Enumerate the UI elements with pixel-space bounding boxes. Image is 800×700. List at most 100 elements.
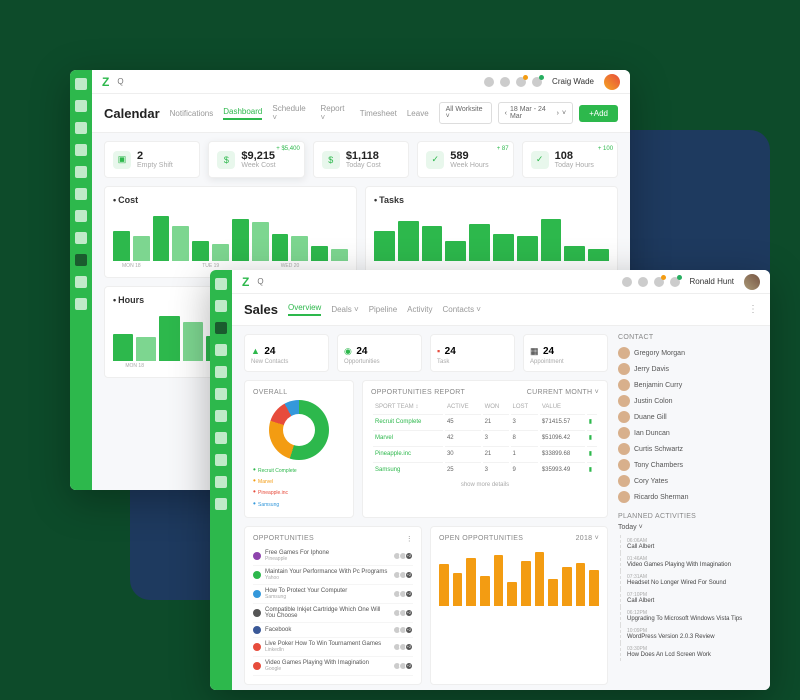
- list-item[interactable]: Compatible Inkjet Cartridge Which One Wi…: [253, 604, 413, 623]
- list-item[interactable]: How To Protect Your ComputerSamsung+2: [253, 585, 413, 604]
- check-icon: ✓: [531, 151, 549, 169]
- year-dropdown[interactable]: 2018 ˅: [576, 535, 599, 542]
- list-item[interactable]: Video Games Playing With ImaginationGoog…: [253, 657, 413, 676]
- mail-icon[interactable]: [638, 277, 648, 287]
- contact-item[interactable]: Curtis Schwartz: [618, 441, 758, 457]
- activity-item[interactable]: 06:12PMUpgrading To Microsoft Windows Vi…: [620, 607, 758, 625]
- contact-item[interactable]: Ricardo Sherman: [618, 489, 758, 505]
- sidebar-nav-icon[interactable]: [215, 344, 227, 356]
- sidebar-nav-icon[interactable]: [215, 300, 227, 312]
- tab-report[interactable]: Report ˅: [321, 104, 350, 122]
- date-range-picker[interactable]: ‹18 Mar - 24 Mar›˅: [498, 102, 573, 124]
- logo-icon: Z: [102, 75, 109, 89]
- sidebar-nav-icon[interactable]: [215, 476, 227, 488]
- tab-leave[interactable]: Leave: [407, 109, 429, 118]
- add-button[interactable]: +Add: [579, 105, 618, 122]
- more-icon[interactable]: ⋮: [748, 304, 758, 315]
- contact-item[interactable]: Ian Duncan: [618, 425, 758, 441]
- search-input[interactable]: [257, 277, 621, 286]
- tab-contacts[interactable]: Contacts ˅: [443, 305, 481, 314]
- sidebar-nav-icon[interactable]: [215, 278, 227, 290]
- tab-schedule[interactable]: Schedule ˅: [272, 104, 310, 122]
- table-row[interactable]: Pineapple.inc30211$33899.68▮: [373, 446, 597, 460]
- sidebar-nav-icon[interactable]: [75, 144, 87, 156]
- kpi-new-contacts: ▲ 24New Contacts: [244, 334, 329, 372]
- avatar[interactable]: [604, 74, 620, 90]
- sidebar-nav-icon[interactable]: [75, 78, 87, 90]
- section-title: PLANNED ACTIVITIES: [618, 513, 758, 520]
- contact-item[interactable]: Jerry Davis: [618, 361, 758, 377]
- sidebar-nav-icon[interactable]: [215, 432, 227, 444]
- brand-icon: [253, 626, 261, 634]
- sidebar-nav-icon[interactable]: [215, 410, 227, 422]
- tasks-panel: Tasks: [365, 186, 618, 278]
- contact-item[interactable]: Justin Colon: [618, 393, 758, 409]
- table-row[interactable]: Recruit Complete45213$71415.57▮: [373, 414, 597, 428]
- table-row[interactable]: Marvel4238$51096.42▮: [373, 430, 597, 444]
- help-icon[interactable]: [622, 277, 632, 287]
- activity-item[interactable]: 06:06AMCall Albert: [620, 535, 758, 553]
- tab-overview[interactable]: Overview: [288, 303, 321, 316]
- sidebar-nav-active-icon[interactable]: [75, 254, 87, 266]
- sidebar-nav-icon[interactable]: [75, 100, 87, 112]
- activity-item[interactable]: 01:46AMVideo Games Playing With Imaginat…: [620, 553, 758, 571]
- contact-item[interactable]: Cory Yates: [618, 473, 758, 489]
- activity-item[interactable]: 10:09PMWordPress Version 2.0.3 Review: [620, 625, 758, 643]
- sidebar-nav-icon[interactable]: [75, 188, 87, 200]
- notification-icon[interactable]: [516, 77, 526, 87]
- activity-item[interactable]: 03:30PMHow Does An Lcd Screen Work: [620, 643, 758, 661]
- contact-item[interactable]: Duane Gill: [618, 409, 758, 425]
- avatar: [618, 459, 630, 471]
- sidebar-nav-icon[interactable]: [75, 122, 87, 134]
- section-title: OPPORTUNITIES REPORTCurrent Month ˅: [371, 389, 599, 396]
- list-item[interactable]: Facebook+2: [253, 623, 413, 638]
- sidebar-nav-icon[interactable]: [75, 232, 87, 244]
- sidebar-nav-icon[interactable]: [75, 210, 87, 222]
- sidebar-nav-icon[interactable]: [75, 276, 87, 288]
- chat-icon[interactable]: [532, 77, 542, 87]
- contact-item[interactable]: Tony Chambers: [618, 457, 758, 473]
- contact-item[interactable]: Gregory Morgan: [618, 345, 758, 361]
- sidebar-nav-active-icon[interactable]: [215, 322, 227, 334]
- mail-icon[interactable]: [500, 77, 510, 87]
- gear-icon[interactable]: [215, 498, 227, 510]
- chevron-right-icon[interactable]: ›: [557, 110, 559, 117]
- today-dropdown[interactable]: Today ˅: [618, 524, 758, 531]
- chevron-down-icon[interactable]: ˅: [562, 110, 566, 117]
- sidebar-nav-icon[interactable]: [75, 166, 87, 178]
- list-item[interactable]: Free Games For IphonePineapple+2: [253, 547, 413, 566]
- table-row[interactable]: Samsung2539$35993.49▮: [373, 462, 597, 476]
- activity-item[interactable]: 07:31AMHeadset No Longer Wired For Sound: [620, 571, 758, 589]
- more-icon[interactable]: ⋮: [406, 535, 413, 543]
- contact-item[interactable]: Benjamin Curry: [618, 377, 758, 393]
- gear-icon[interactable]: [75, 298, 87, 310]
- activity-item[interactable]: 07:10PMCall Albert: [620, 589, 758, 607]
- notification-icon[interactable]: [654, 277, 664, 287]
- tab-dashboard[interactable]: Dashboard: [223, 107, 262, 120]
- month-dropdown[interactable]: Current Month ˅: [527, 389, 599, 396]
- kpi-today-cost: $$1,118Today Cost: [313, 141, 409, 178]
- sidebar-nav-icon[interactable]: [215, 366, 227, 378]
- tab-deals[interactable]: Deals ˅: [331, 305, 358, 314]
- avatar: [618, 475, 630, 487]
- chevron-left-icon[interactable]: ‹: [505, 110, 507, 117]
- list-item[interactable]: Maintain Your Performance With Pc Progra…: [253, 566, 413, 585]
- avatar[interactable]: [744, 274, 760, 290]
- sidebar-nav-icon[interactable]: [215, 388, 227, 400]
- worksite-dropdown[interactable]: All Worksite ˅: [439, 102, 492, 124]
- list-item[interactable]: Live Poker How To Win Tournament GamesLi…: [253, 638, 413, 657]
- kpi-value: 589: [450, 150, 488, 162]
- kpi-value: 24: [445, 346, 456, 357]
- sidebar-nav-icon[interactable]: [215, 454, 227, 466]
- show-more-link[interactable]: show more details: [371, 478, 599, 488]
- help-icon[interactable]: [484, 77, 494, 87]
- tab-pipeline[interactable]: Pipeline: [369, 305, 397, 314]
- sales-main: ▲ 24New Contacts ◉ 24Opportunities ▪ 24T…: [244, 334, 608, 685]
- target-icon: ◉: [344, 346, 352, 356]
- chat-icon[interactable]: [670, 277, 680, 287]
- tab-notifications[interactable]: Notifications: [170, 109, 214, 118]
- tab-activity[interactable]: Activity: [407, 305, 432, 314]
- tab-timesheet[interactable]: Timesheet: [360, 109, 397, 118]
- avatar: [618, 363, 630, 375]
- search-input[interactable]: [117, 77, 484, 86]
